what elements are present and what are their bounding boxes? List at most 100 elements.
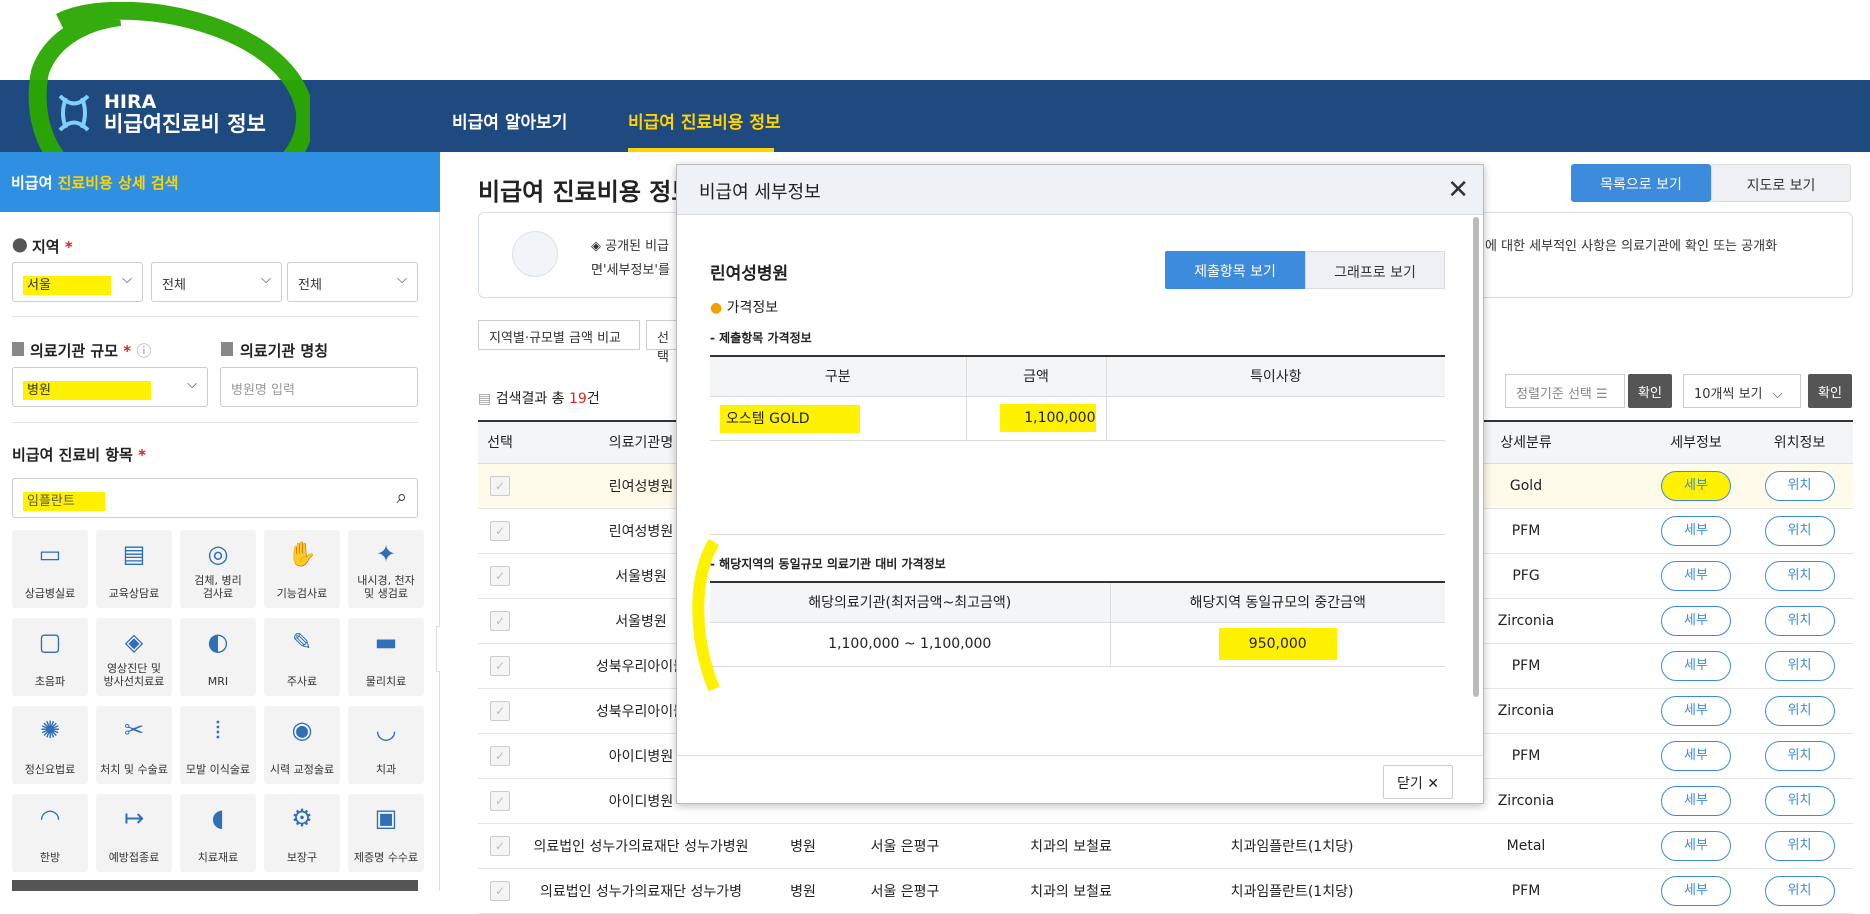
location-button[interactable]: 위치 [1764, 785, 1835, 816]
category-icon: ◡ [375, 716, 397, 744]
result-count: ▤ 검색결과 총 19건 [478, 391, 600, 407]
detail-button[interactable]: 세부 [1661, 560, 1731, 591]
category-item[interactable]: ✎ 주사료 [264, 618, 340, 696]
category-item[interactable]: ✋ 기능검사료 [264, 530, 340, 608]
detail-button[interactable]: 세부 [1661, 515, 1731, 546]
category-item[interactable]: ◠ 한방 [12, 794, 88, 872]
location-pin-icon: ⬤ [12, 237, 28, 253]
chevron-down-icon: ⌵ [261, 272, 271, 287]
region-select-dong[interactable]: 전체 ⌵ [287, 262, 418, 302]
size-label: 의료기관 규모 * ⓘ [30, 342, 152, 360]
category-item[interactable]: ↦ 예방접종료 [96, 794, 172, 872]
row-checkbox[interactable]: ✓ [490, 745, 510, 766]
list-view-button[interactable]: 목록으로 보기 [1571, 164, 1711, 202]
category-icon: ◈ [124, 628, 144, 656]
category-item[interactable]: ◐ MRI [180, 618, 256, 696]
price-section-title: ● 가격정보 [710, 300, 779, 316]
category-icon: ⚙ [291, 804, 313, 832]
detail-button[interactable]: 세부 [1661, 650, 1731, 681]
category-icon: ◖ [211, 804, 225, 832]
category-item[interactable]: ◈ 영상진단 및 방사선치료료 [96, 618, 172, 696]
location-button[interactable]: 위치 [1764, 830, 1835, 861]
category-icon: ◎ [207, 540, 229, 568]
map-view-button[interactable]: 지도로 보기 [1711, 164, 1851, 202]
location-button[interactable]: 위치 [1764, 515, 1835, 546]
detail-button[interactable]: 세부 [1661, 830, 1731, 861]
sort-confirm-button[interactable]: 확인 [1628, 374, 1672, 408]
category-item[interactable]: ✂ 처치 및 수술료 [96, 706, 172, 784]
category-icon: ✋ [287, 540, 317, 568]
modal-close-button[interactable]: 닫기 ✕ [1383, 765, 1453, 799]
category-item[interactable]: ▭ 상급병실료 [12, 530, 88, 608]
modal-scrollbar[interactable] [1473, 217, 1479, 697]
detail-button[interactable]: 세부 [1661, 470, 1731, 501]
region-select-city[interactable]: 서울 ⌵ [12, 262, 143, 302]
size-select[interactable]: 병원 ⌵ [12, 367, 208, 407]
modal-header: 비급여 세부정보 [677, 165, 1483, 215]
category-item[interactable]: ◡ 치과 [348, 706, 424, 784]
page-size-select[interactable]: 10개씩 보기 ⌵ [1683, 374, 1801, 408]
region-select-district[interactable]: 전체 ⌵ [151, 262, 282, 302]
row-checkbox[interactable]: ✓ [490, 655, 510, 676]
row-checkbox[interactable]: ✓ [490, 565, 510, 586]
detail-button[interactable]: 세부 [1661, 785, 1731, 816]
category-icon: ✂ [123, 716, 145, 744]
location-button[interactable]: 위치 [1764, 470, 1835, 501]
location-button[interactable]: 위치 [1764, 605, 1835, 636]
location-button[interactable]: 위치 [1764, 560, 1835, 591]
category-item[interactable]: ▤ 교육상담료 [96, 530, 172, 608]
table-row: ✓ 의료법인 성누가의료재단 성누가병원 병원 서울 은평구 치과의 보철료 치과임플란트… [478, 823, 1853, 869]
category-icon: ✺ [39, 716, 61, 744]
sidebar-header: 비급여 진료비용 상세 검색 [0, 152, 440, 212]
category-icon: ▢ [38, 628, 62, 656]
category-item[interactable]: ✦ 내시경, 천자 및 생검료 [348, 530, 424, 608]
category-icon: ▬ [374, 628, 398, 656]
close-icon[interactable]: ✕ [1447, 175, 1469, 205]
items-search-input[interactable]: 임플란트 ⌕ [12, 478, 418, 518]
building-icon [12, 342, 24, 356]
category-icon: ▭ [38, 540, 62, 568]
category-item[interactable]: ✺ 정신요법료 [12, 706, 88, 784]
location-button[interactable]: 위치 [1764, 740, 1835, 771]
category-item[interactable]: ▬ 물리치료 [348, 618, 424, 696]
page-size-confirm-button[interactable]: 확인 [1808, 374, 1852, 408]
category-icon: ✎ [291, 628, 313, 656]
tab-submitted-items[interactable]: 제출항목 보기 [1165, 251, 1305, 289]
detail-button[interactable]: 세부 [1661, 740, 1731, 771]
category-icon: ▣ [374, 804, 398, 832]
submitted-price-table: 구분 금액 특이사항 오스템 GOLD 1,100,000 [710, 355, 1445, 441]
submitted-price-label: - 제출항목 가격정보 [710, 331, 812, 345]
help-icon: ⓘ [136, 342, 152, 360]
row-checkbox[interactable]: ✓ [490, 790, 510, 811]
row-checkbox[interactable]: ✓ [490, 835, 510, 856]
category-item[interactable]: ◖ 치료재료 [180, 794, 256, 872]
category-icon: ↦ [123, 804, 145, 832]
row-checkbox[interactable]: ✓ [490, 610, 510, 631]
hospital-icon [221, 342, 233, 356]
region-label: 지역 * [32, 238, 73, 256]
detail-button[interactable]: 세부 [1661, 605, 1731, 636]
location-button[interactable]: 위치 [1764, 650, 1835, 681]
row-checkbox[interactable]: ✓ [490, 700, 510, 721]
nav-about[interactable]: 비급여 알아보기 [452, 108, 567, 133]
tab-graph-view[interactable]: 그래프로 보기 [1305, 251, 1445, 289]
compare-button[interactable]: 지역별·규모별 금액 비교 [478, 320, 640, 350]
row-checkbox[interactable]: ✓ [490, 475, 510, 496]
row-checkbox[interactable]: ✓ [490, 520, 510, 541]
location-button[interactable]: 위치 [1764, 695, 1835, 726]
category-item[interactable]: ⦙ 모발 이식술료 [180, 706, 256, 784]
hospital-name-input[interactable]: 병원명 입력 [220, 367, 418, 407]
category-item[interactable]: ⚙ 보장구 [264, 794, 340, 872]
detail-button[interactable]: 세부 [1661, 695, 1731, 726]
category-item[interactable]: ◉ 시력 교정술료 [264, 706, 340, 784]
regional-price-label: - 해당지역의 동일규모 의료기관 대비 가격정보 [710, 557, 946, 571]
category-icon: ▤ [122, 540, 146, 568]
sidebar-bottom-bar [12, 880, 418, 891]
page-title: 비급여 진료비용 정보 [478, 178, 694, 206]
category-item[interactable]: ▢ 초음파 [12, 618, 88, 696]
yellow-annotation-mark [692, 538, 720, 692]
nav-cost-info[interactable]: 비급여 진료비용 정보 [628, 108, 781, 133]
category-item[interactable]: ▣ 제증명 수수료 [348, 794, 424, 872]
sort-select[interactable]: 정렬기준 선택 ☰ [1505, 374, 1625, 408]
category-item[interactable]: ◎ 검체, 병리 검사료 [180, 530, 256, 608]
